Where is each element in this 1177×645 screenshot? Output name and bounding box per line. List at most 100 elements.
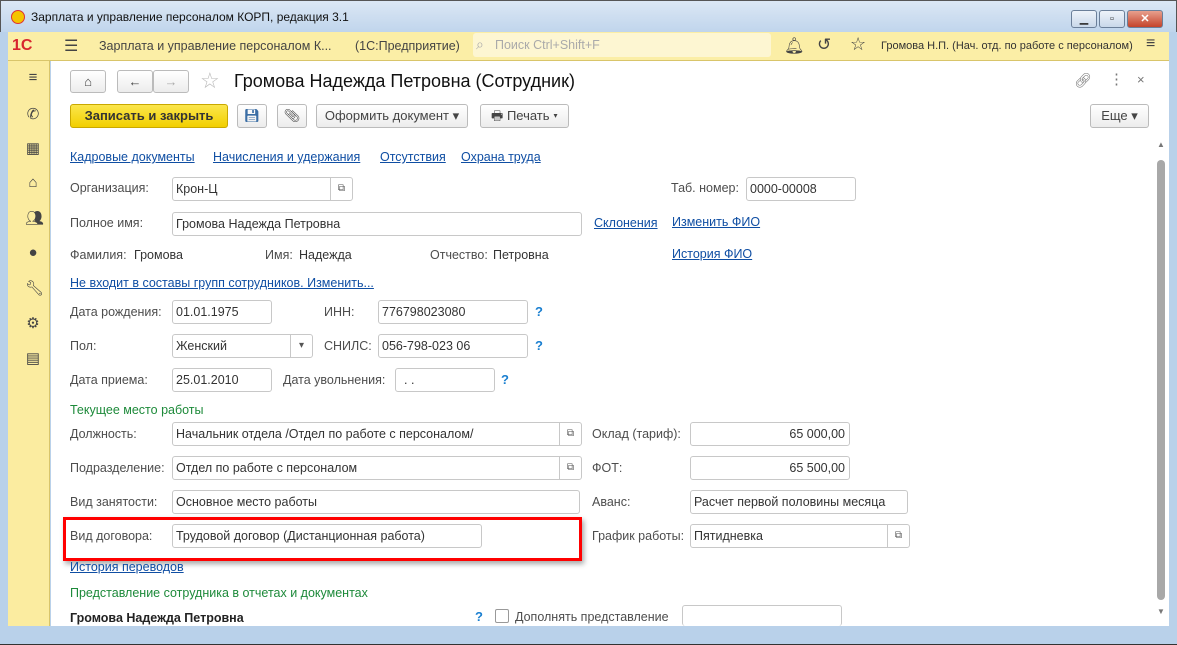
surname-label: Фамилия:: [70, 248, 127, 262]
1c-logo: 1С: [12, 37, 33, 54]
create-document-label: Оформить документ: [324, 108, 449, 123]
open-icon: ⧉: [559, 457, 581, 479]
save-icon[interactable]: 💾︎: [237, 104, 267, 128]
contract-type-label: Вид договора:: [70, 529, 153, 543]
create-document-button[interactable]: Оформить документ ▾: [316, 104, 468, 128]
first-name-label: Имя:: [265, 248, 293, 262]
fot-label: ФОТ:: [592, 461, 623, 475]
main-menu-icon[interactable]: ☰: [64, 36, 78, 56]
print-button[interactable]: 🖶︎ Печать ▾: [480, 104, 569, 128]
snils-field[interactable]: 056-798-023 06: [378, 334, 528, 358]
dismissal-date-label: Дата увольнения:: [283, 373, 386, 387]
dismissal-help-icon[interactable]: ?: [501, 372, 509, 387]
surname-value: Громова: [134, 248, 183, 262]
gift-icon[interactable]: ▦: [25, 139, 41, 157]
graduation-cap-icon[interactable]: ⌂: [25, 174, 41, 191]
schedule-label: График работы:: [592, 529, 685, 543]
minimize-button[interactable]: ▁: [1071, 10, 1097, 28]
dismissal-date-field[interactable]: . .: [395, 368, 495, 392]
app-name: Зарплата и управление персоналом К...: [99, 39, 332, 53]
representation-section: Представление сотрудника в отчетах и док…: [70, 586, 368, 600]
link-absences[interactable]: Отсутствия: [380, 150, 446, 164]
search-icon: ⌕: [476, 36, 484, 52]
organization-field[interactable]: Крон-Ц ⧉: [172, 177, 353, 201]
hire-date-field[interactable]: 25.01.2010: [172, 368, 272, 392]
chevron-down-icon: ▾: [290, 335, 312, 357]
tab-number-field[interactable]: 0000-00008: [746, 177, 856, 201]
app-toolbar: 1С ☰ Зарплата и управление персоналом К.…: [8, 32, 1169, 61]
fio-history-link[interactable]: История ФИО: [672, 247, 752, 261]
representation-help-icon[interactable]: ?: [475, 609, 483, 624]
save-and-close-button[interactable]: Записать и закрыть: [70, 104, 228, 128]
app-icon: [11, 10, 25, 24]
more-button[interactable]: Еще ▾: [1090, 104, 1149, 128]
favorites-star-icon[interactable]: ☆: [850, 34, 866, 55]
inn-help-icon[interactable]: ?: [535, 304, 543, 319]
close-window-button[interactable]: ✕: [1127, 10, 1163, 28]
supplement-label: Дополнять представление: [515, 610, 669, 624]
transfer-history-link[interactable]: История переводов: [70, 560, 184, 574]
department-field[interactable]: Отдел по работе с персоналом ⧉: [172, 456, 582, 480]
open-icon: ⧉: [330, 178, 352, 200]
position-field[interactable]: Начальник отдела /Отдел по работе с перс…: [172, 422, 582, 446]
search-input[interactable]: ⌕ Поиск Ctrl+Shift+F: [473, 33, 771, 57]
forward-button[interactable]: →: [153, 70, 189, 93]
declension-link[interactable]: Склонения: [594, 216, 658, 230]
employee-groups-link[interactable]: Не входит в составы групп сотрудников. И…: [70, 276, 374, 290]
close-form-icon[interactable]: ×: [1137, 72, 1145, 87]
fot-field[interactable]: 65 500,00: [690, 456, 850, 480]
scrollbar-thumb[interactable]: [1157, 160, 1165, 600]
department-label: Подразделение:: [70, 461, 165, 475]
salary-field[interactable]: 65 000,00: [690, 422, 850, 446]
favorite-star-icon[interactable]: ☆: [200, 68, 220, 94]
users-icon[interactable]: 👥︎: [25, 209, 44, 227]
back-button[interactable]: ←: [117, 70, 153, 93]
window-bottom-border: [0, 626, 1177, 645]
menu-icon[interactable]: ≡: [25, 69, 41, 86]
first-name-value: Надежда: [299, 248, 352, 262]
open-icon: ⧉: [559, 423, 581, 445]
window-title: Зарплата и управление персоналом КОРП, р…: [31, 10, 349, 24]
gear-icon[interactable]: ⚙: [25, 314, 41, 332]
attach-icon[interactable]: 📎︎: [277, 104, 307, 128]
full-name-field[interactable]: Громова Надежда Петровна: [172, 212, 582, 236]
tab-number-label: Таб. номер:: [671, 181, 739, 195]
more-actions-icon[interactable]: ⋮: [1109, 70, 1124, 88]
inn-field[interactable]: 776798023080: [378, 300, 528, 324]
settings-menu-icon[interactable]: ≡: [1146, 35, 1155, 53]
bell-icon[interactable]: 🔔︎: [784, 36, 804, 56]
current-job-section: Текущее место работы: [70, 403, 204, 417]
position-label: Должность:: [70, 427, 137, 441]
sex-select[interactable]: Женский ▾: [172, 334, 313, 358]
supplement-checkbox[interactable]: [495, 609, 509, 623]
link-labor-safety[interactable]: Охрана труда: [461, 150, 541, 164]
phone-icon[interactable]: ✆: [25, 105, 41, 123]
snils-help-icon[interactable]: ?: [535, 338, 543, 353]
full-name-label: Полное имя:: [70, 216, 144, 230]
link-icon[interactable]: 🔗︎: [1074, 72, 1092, 89]
advance-label: Аванс:: [592, 495, 631, 509]
search-placeholder: Поиск Ctrl+Shift+F: [495, 38, 600, 52]
schedule-field[interactable]: Пятидневка ⧉: [690, 524, 910, 548]
link-hr-documents[interactable]: Кадровые документы: [70, 150, 195, 164]
patronymic-value: Петровна: [493, 248, 549, 262]
organization-label: Организация:: [70, 181, 149, 195]
birth-date-field[interactable]: 01.01.1975: [172, 300, 272, 324]
home-button[interactable]: ⌂: [70, 70, 106, 93]
contract-type-field[interactable]: Трудовой договор (Дистанционная работа): [172, 524, 482, 548]
open-icon: ⧉: [887, 525, 909, 547]
supplement-field[interactable]: [682, 605, 842, 626]
advance-field[interactable]: Расчет первой половины месяца: [690, 490, 908, 514]
link-accruals[interactable]: Начисления и удержания: [213, 150, 360, 164]
helmet-icon[interactable]: ●: [25, 244, 41, 261]
wrench-icon[interactable]: 🔧︎: [25, 279, 44, 297]
change-fio-link[interactable]: Изменить ФИО: [672, 215, 760, 229]
maximize-button[interactable]: ▫: [1099, 10, 1125, 28]
history-icon[interactable]: ↺: [817, 35, 831, 55]
representation-name: Громова Надежда Петровна: [70, 611, 244, 625]
employment-type-field[interactable]: Основное место работы: [172, 490, 580, 514]
id-card-icon[interactable]: ▤: [25, 349, 41, 367]
scrollbar[interactable]: ▲ ▼: [1155, 140, 1167, 620]
current-user[interactable]: Громова Н.П. (Нач. отд. по работе с перс…: [881, 40, 1133, 52]
hire-date-label: Дата приема:: [70, 373, 148, 387]
